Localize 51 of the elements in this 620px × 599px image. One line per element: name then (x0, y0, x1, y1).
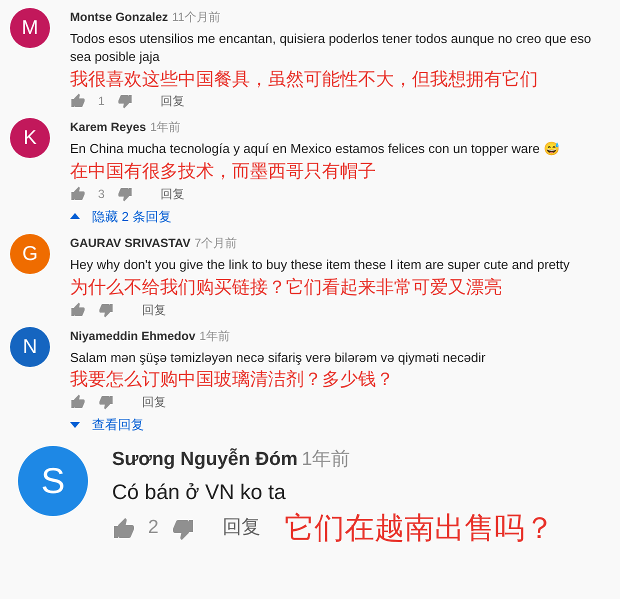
author-name[interactable]: Sương Nguyễn Đóm (112, 446, 298, 475)
avatar-initial: K (23, 126, 37, 152)
thumbs-up-icon[interactable] (112, 516, 136, 540)
comment-time[interactable]: 1年前 (302, 446, 350, 475)
reply-button[interactable]: 回复 (142, 300, 166, 318)
comment-text: En China mucha tecnología y aquí en Mexico estamos felices con un topper ware 😅 (70, 140, 560, 158)
thumbs-down-icon[interactable] (98, 302, 114, 318)
thumbs-down-icon[interactable] (116, 93, 133, 110)
replies-toggle[interactable]: 查看回复 (70, 414, 144, 434)
translation-caption: 它们在越南出售吗？ (284, 510, 555, 547)
avatar[interactable]: K (10, 118, 50, 158)
thumbs-up-icon[interactable] (70, 394, 86, 410)
author-name[interactable]: Karem Reyes (70, 118, 146, 136)
translation-caption: 我很喜欢这些中国餐具，虽然可能性不大，但我想拥有它们 (70, 68, 539, 90)
comment-text: Có bán ở VN ko ta (112, 480, 287, 506)
thumbs-down-icon[interactable] (98, 394, 114, 410)
thumbs-down-icon[interactable] (116, 186, 133, 202)
author-name[interactable]: GAURAV SRIVASTAV (70, 234, 190, 252)
comment-text: Hey why don't you give the link to buy these item these I item are super cute and pretty (70, 256, 570, 274)
translation-caption: 在中国有很多技术，而墨西哥只有帽子 (70, 160, 377, 183)
comment-time[interactable]: 1年前 (150, 118, 181, 136)
avatar[interactable]: M (10, 8, 50, 48)
avatar-initial: M (22, 16, 38, 41)
reply-button[interactable]: 回复 (142, 392, 166, 411)
caret-up-icon (70, 213, 80, 220)
like-count: 1 (98, 93, 105, 110)
comment-time[interactable]: 7个月前 (194, 234, 238, 252)
avatar[interactable]: G (10, 234, 50, 274)
reply-button[interactable]: 回复 (160, 92, 185, 110)
comment-text: Salam mən şüşə təmizləyən necə sifariş verə bilərəm və qiyməti necədir (70, 348, 486, 366)
comment-time[interactable]: 1年前 (199, 326, 230, 344)
translation-caption: 我要怎么订购中国玻璃清洁剂？多少钱？ (70, 368, 395, 391)
thumbs-up-icon[interactable] (70, 302, 86, 318)
like-count: 3 (98, 186, 105, 203)
author-name[interactable]: Montse Gonzalez (70, 8, 168, 26)
comment-text: Todos esos utensilios me encantan, quisiera poderlos tener todos aunque no creo que eso sea posible jaja (70, 30, 592, 66)
thumbs-up-icon[interactable] (70, 186, 86, 202)
reply-button[interactable]: 回复 (222, 514, 261, 543)
author-name[interactable]: Niyameddin Ehmedov (70, 326, 196, 344)
avatar-initial: S (40, 459, 65, 504)
translation-caption: 为什么不给我们购买链接？它们看起来非常可爱又漂亮 (70, 276, 503, 298)
avatar-initial: G (22, 242, 38, 268)
avatar[interactable]: S (18, 446, 88, 516)
reply-button[interactable]: 回复 (160, 184, 185, 203)
comment-time[interactable]: 11个月前 (172, 8, 220, 26)
thumbs-up-icon[interactable] (70, 93, 86, 110)
avatar-initial: N (22, 334, 38, 360)
replies-toggle[interactable]: 隐藏 2 条回复 (70, 206, 172, 226)
caret-down-icon (70, 422, 80, 428)
like-count: 2 (148, 516, 159, 540)
avatar[interactable]: N (10, 326, 50, 366)
